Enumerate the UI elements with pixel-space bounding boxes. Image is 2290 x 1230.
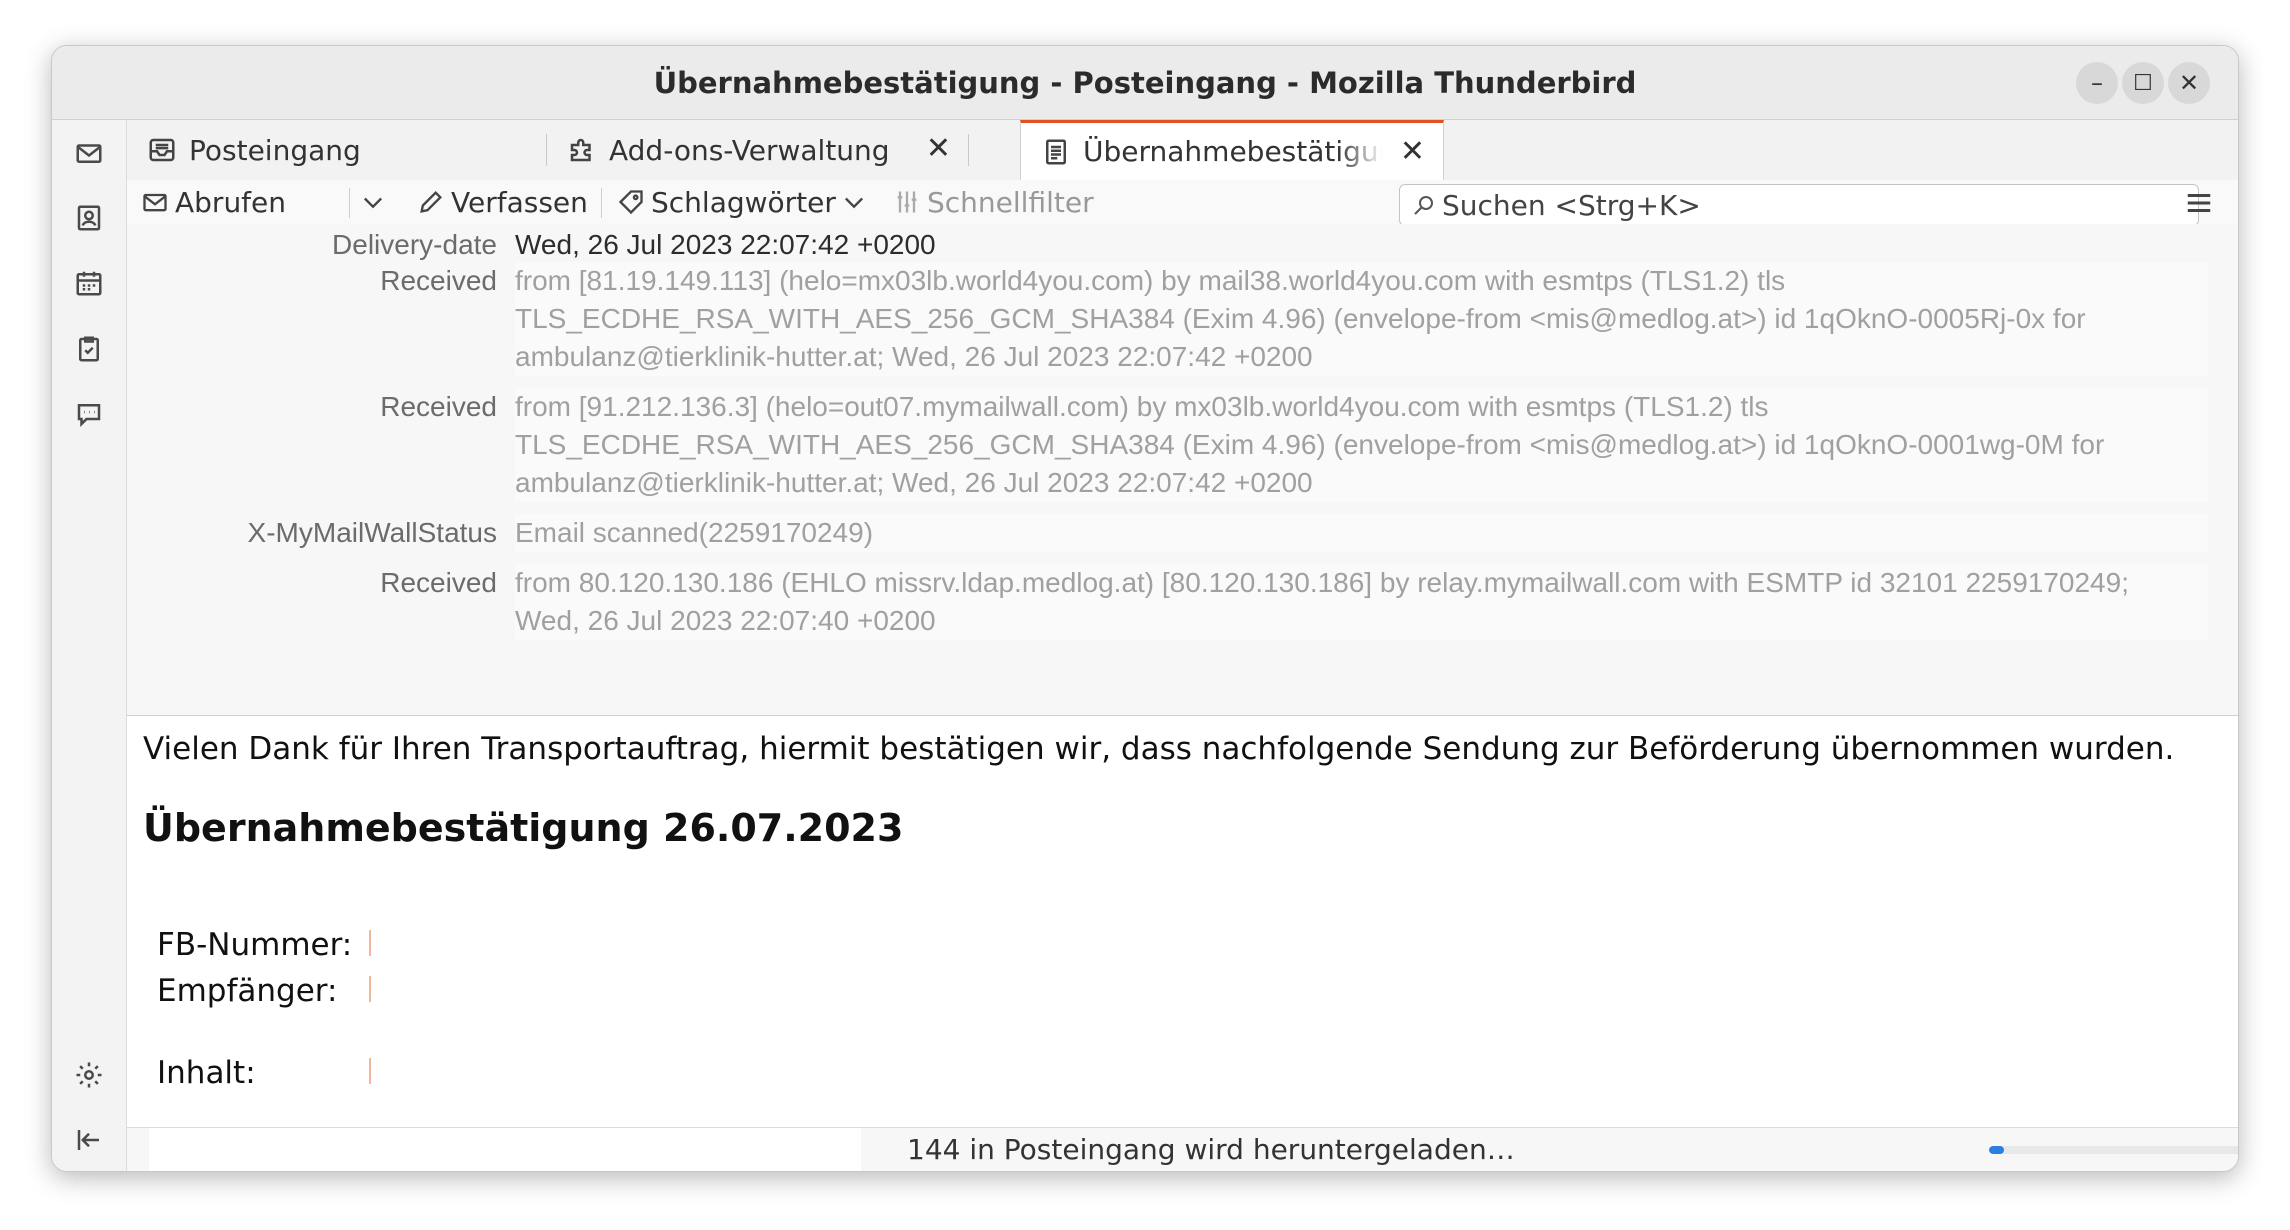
settings-icon <box>76 1062 102 1088</box>
close-icon: ✕ <box>2178 69 2200 97</box>
message-heading: Übernahmebestätigung 26.07.2023 <box>143 806 904 850</box>
header-value: from 80.120.130.186 (EHLO missrv.ldap.me… <box>515 564 2208 640</box>
header-value: Wed, 26 Jul 2023 22:07:42 +0200 <box>515 229 936 260</box>
progress-fill <box>1989 1146 2004 1154</box>
get-messages-label: Abrufen <box>175 185 287 219</box>
get-messages-icon <box>143 193 167 212</box>
field-label: Empfänger: <box>157 973 338 1009</box>
redacted-line <box>143 900 2222 922</box>
maximize-button[interactable]: ☐ <box>2122 62 2164 104</box>
field-row: FB-Nummer: <box>157 922 2222 968</box>
tab-label: Posteingang <box>189 133 361 167</box>
collapse-spaces-button[interactable] <box>68 1119 110 1161</box>
tab-message[interactable]: Übernahmebestätigung ✕ <box>1020 120 1444 180</box>
chevron-down-icon <box>364 197 382 209</box>
minimize-icon: – <box>2091 69 2103 97</box>
chat-space-button[interactable] <box>68 393 110 435</box>
close-tab-icon[interactable]: ✕ <box>1400 137 1425 167</box>
header-name: Received <box>380 265 497 296</box>
header-name: Received <box>380 391 497 422</box>
title-bar[interactable]: Übernahmebestätigung - Posteingang - Moz… <box>52 46 2238 120</box>
filter-icon <box>897 191 917 213</box>
spaces-toolbar <box>52 120 127 1171</box>
chat-icon <box>77 404 101 428</box>
get-messages-button[interactable]: Abrufen <box>141 180 286 224</box>
field-label: Inhalt: <box>157 1055 256 1091</box>
hamburger-menu-icon <box>2187 194 2211 212</box>
message-headers-pane: Delivery-date Wed, 26 Jul 2023 22:07:42 … <box>127 224 2238 716</box>
thunderbird-window: Übernahmebestätigung - Posteingang - Moz… <box>51 45 2239 1172</box>
status-text: 144 in Posteingang wird heruntergeladen… <box>907 1133 1515 1166</box>
message-icon <box>1041 137 1071 167</box>
puzzle-icon <box>567 135 597 165</box>
get-messages-dropdown[interactable] <box>359 180 393 224</box>
address-book-space-button[interactable] <box>68 197 110 239</box>
redacted-value <box>367 968 587 1006</box>
mail-icon <box>76 144 102 163</box>
redacted-value <box>367 922 587 960</box>
download-progress-bar <box>1989 1146 2238 1154</box>
maximize-icon: ☐ <box>2133 70 2153 96</box>
tags-button[interactable]: Schlagwörter <box>617 180 868 224</box>
header-name: Received <box>380 567 497 598</box>
tasks-space-button[interactable] <box>68 328 110 370</box>
header-value: from [91.212.136.3] (helo=out07.mymailwa… <box>515 388 2208 502</box>
tag-icon <box>618 190 643 215</box>
address-book-icon <box>77 205 101 231</box>
compose-label: Verfassen <box>451 185 588 219</box>
tab-label: Add-ons-Verwaltung <box>609 133 890 167</box>
redacted-value <box>367 1050 587 1088</box>
header-value: Email scanned(2259170249) <box>515 514 2208 552</box>
search-box[interactable] <box>1399 184 2199 226</box>
tags-label: Schlagwörter <box>651 185 836 219</box>
field-row: Empfänger: <box>157 968 2222 1014</box>
pencil-icon <box>420 191 442 213</box>
status-bar: 144 in Posteingang wird heruntergeladen… <box>127 1127 2238 1171</box>
field-row: Inhalt: <box>157 1050 2222 1096</box>
message-body: Vielen Dank für Ihren Transportauftrag, … <box>127 716 2238 1127</box>
minimize-button[interactable]: – <box>2076 62 2118 104</box>
search-input[interactable] <box>1442 188 2162 222</box>
header-name: Delivery-date <box>332 229 497 260</box>
compose-button[interactable]: Verfassen <box>417 180 588 224</box>
redacted-area <box>149 1128 861 1171</box>
tab-bar: Posteingang Add-ons-Verwaltung ✕ Übernah… <box>127 120 2238 226</box>
mail-toolbar: Abrufen Verfassen Schlagwörter Schnellfi… <box>127 180 2238 226</box>
field-label: FB-Nummer: <box>157 927 353 963</box>
collapse-icon <box>77 1130 99 1150</box>
tab-label: Übernahmebestätigung <box>1083 135 1383 168</box>
calendar-space-button[interactable] <box>68 262 110 304</box>
close-tab-icon[interactable]: ✕ <box>926 134 951 164</box>
header-name: X-MyMailWallStatus <box>247 517 497 548</box>
quick-filter-label: Schnellfilter <box>927 185 1094 219</box>
tasks-icon <box>79 336 99 362</box>
inbox-icon <box>147 135 177 165</box>
mail-space-button[interactable] <box>68 132 110 174</box>
quick-filter-button[interactable]: Schnellfilter <box>893 180 1094 224</box>
window-title: Übernahmebestätigung - Posteingang - Moz… <box>653 66 1637 100</box>
tab-addons[interactable]: Add-ons-Verwaltung ✕ <box>547 120 969 180</box>
search-icon <box>1414 196 1433 215</box>
calendar-icon <box>76 271 102 296</box>
close-window-button[interactable]: ✕ <box>2168 62 2210 104</box>
settings-button[interactable] <box>68 1054 110 1096</box>
app-menu-button[interactable] <box>2184 188 2214 218</box>
header-value: from [81.19.149.113] (helo=mx03lb.world4… <box>515 262 2208 376</box>
tab-posteingang[interactable]: Posteingang <box>127 120 547 180</box>
chevron-down-icon <box>844 197 863 209</box>
intro-text: Vielen Dank für Ihren Transportauftrag, … <box>143 731 2175 767</box>
